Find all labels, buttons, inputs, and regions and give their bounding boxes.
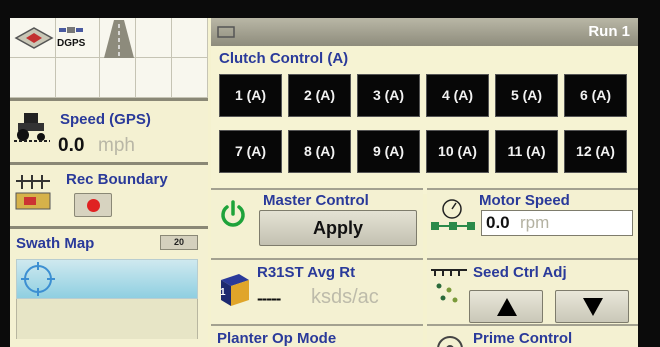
compass-icon[interactable] bbox=[20, 261, 56, 297]
clutch-button-7[interactable]: 7 (A) bbox=[219, 130, 282, 173]
avg-rate-panel[interactable]: 1 R31ST Avg Rt ----- ksds/ac bbox=[211, 258, 423, 324]
arrow-down-icon bbox=[583, 298, 603, 316]
swath-width-badge: 20 bbox=[160, 235, 198, 250]
speed-title: Speed (GPS) bbox=[60, 111, 151, 128]
grid-cell bbox=[10, 58, 56, 98]
seed-ctrl-panel: Seed Ctrl Adj bbox=[427, 258, 638, 324]
gauge-icon bbox=[442, 199, 462, 219]
prime-control-panel[interactable]: Prime Control bbox=[427, 324, 638, 347]
avg-rate-title: R31ST Avg Rt bbox=[257, 264, 356, 281]
tractor-icon bbox=[14, 113, 50, 142]
grid-cell bbox=[172, 58, 208, 98]
grid-cell bbox=[136, 58, 172, 98]
prime-control-title: Prime Control bbox=[473, 330, 573, 347]
clutch-button-11[interactable]: 11 (A) bbox=[495, 130, 558, 173]
clutch-button-1[interactable]: 1 (A) bbox=[219, 74, 282, 117]
record-boundary-button[interactable] bbox=[74, 193, 112, 217]
clutch-control-section: Clutch Control (A) 1 (A) 2 (A) 3 (A) 4 (… bbox=[211, 46, 638, 194]
motor-speed-unit: rpm bbox=[520, 213, 550, 232]
run-label: Run 1 bbox=[588, 23, 630, 40]
master-control-title: Master Control bbox=[263, 192, 369, 209]
motor-speed-field[interactable]: 0.0 rpm bbox=[481, 210, 633, 236]
clutch-button-2[interactable]: 2 (A) bbox=[288, 74, 351, 117]
swath-map-ground bbox=[16, 299, 198, 339]
grid-cell bbox=[56, 58, 100, 98]
run-title-bar: Run 1 bbox=[211, 18, 638, 46]
clutch-button-8[interactable]: 8 (A) bbox=[288, 130, 351, 173]
boundary-title: Rec Boundary bbox=[66, 171, 168, 188]
decrease-rate-button[interactable] bbox=[555, 290, 629, 323]
implement-icon bbox=[14, 27, 54, 49]
display-screen: DGPS Speed (GPS) 0.0 mph Rec Boundary Sw… bbox=[10, 18, 638, 347]
motor-speed-title: Motor Speed bbox=[479, 192, 570, 209]
speed-value: 0.0 bbox=[58, 135, 85, 156]
clutch-button-12[interactable]: 12 (A) bbox=[564, 130, 627, 173]
clutch-button-4[interactable]: 4 (A) bbox=[426, 74, 489, 117]
swath-map-pane[interactable]: Swath Map 20 bbox=[10, 226, 208, 347]
clutch-button-3[interactable]: 3 (A) bbox=[357, 74, 420, 117]
avg-rate-unit: ksds/ac bbox=[311, 286, 379, 308]
clutch-button-10[interactable]: 10 (A) bbox=[426, 130, 489, 173]
planter-op-mode-title: Planter Op Mode bbox=[217, 330, 337, 347]
window-icon bbox=[217, 26, 235, 38]
clutch-title: Clutch Control (A) bbox=[219, 50, 349, 67]
increase-rate-button[interactable] bbox=[469, 290, 543, 323]
motor-speed-panel[interactable]: Motor Speed 0.0 rpm bbox=[427, 188, 638, 258]
clutch-button-5[interactable]: 5 (A) bbox=[495, 74, 558, 117]
fence-icon bbox=[15, 175, 51, 210]
seed-box-badge: 1 bbox=[220, 287, 226, 298]
speed-pane[interactable]: Speed (GPS) 0.0 mph bbox=[10, 98, 208, 162]
grid-cell bbox=[100, 58, 136, 98]
planter-op-mode-panel[interactable]: Planter Op Mode bbox=[211, 324, 423, 347]
clutch-button-9[interactable]: 9 (A) bbox=[357, 130, 420, 173]
speed-unit: mph bbox=[98, 135, 135, 156]
master-control-panel: Master Control Apply bbox=[211, 188, 423, 258]
boundary-pane: Rec Boundary bbox=[10, 162, 208, 226]
seed-meter-icon bbox=[431, 269, 467, 303]
prime-icon bbox=[437, 336, 463, 347]
status-grid: DGPS bbox=[10, 18, 208, 98]
grid-cell bbox=[172, 18, 208, 58]
gps-status-label: DGPS bbox=[57, 38, 86, 49]
power-icon bbox=[221, 200, 245, 227]
record-icon bbox=[87, 199, 100, 212]
motor-link-icon bbox=[431, 222, 475, 230]
arrow-up-icon bbox=[497, 298, 517, 316]
swath-title: Swath Map bbox=[16, 235, 95, 252]
left-panel: DGPS Speed (GPS) 0.0 mph Rec Boundary Sw… bbox=[10, 18, 208, 347]
clutch-button-6[interactable]: 6 (A) bbox=[564, 74, 627, 117]
motor-speed-value: 0.0 bbox=[486, 213, 510, 232]
avg-rate-value: ----- bbox=[257, 289, 281, 308]
road-icon bbox=[104, 20, 134, 58]
apply-button[interactable]: Apply bbox=[259, 210, 417, 246]
run-panel: Run 1 Clutch Control (A) 1 (A) 2 (A) 3 (… bbox=[211, 18, 638, 347]
satellite-icon bbox=[59, 27, 83, 33]
seed-ctrl-title: Seed Ctrl Adj bbox=[473, 264, 567, 281]
grid-cell bbox=[136, 18, 172, 58]
